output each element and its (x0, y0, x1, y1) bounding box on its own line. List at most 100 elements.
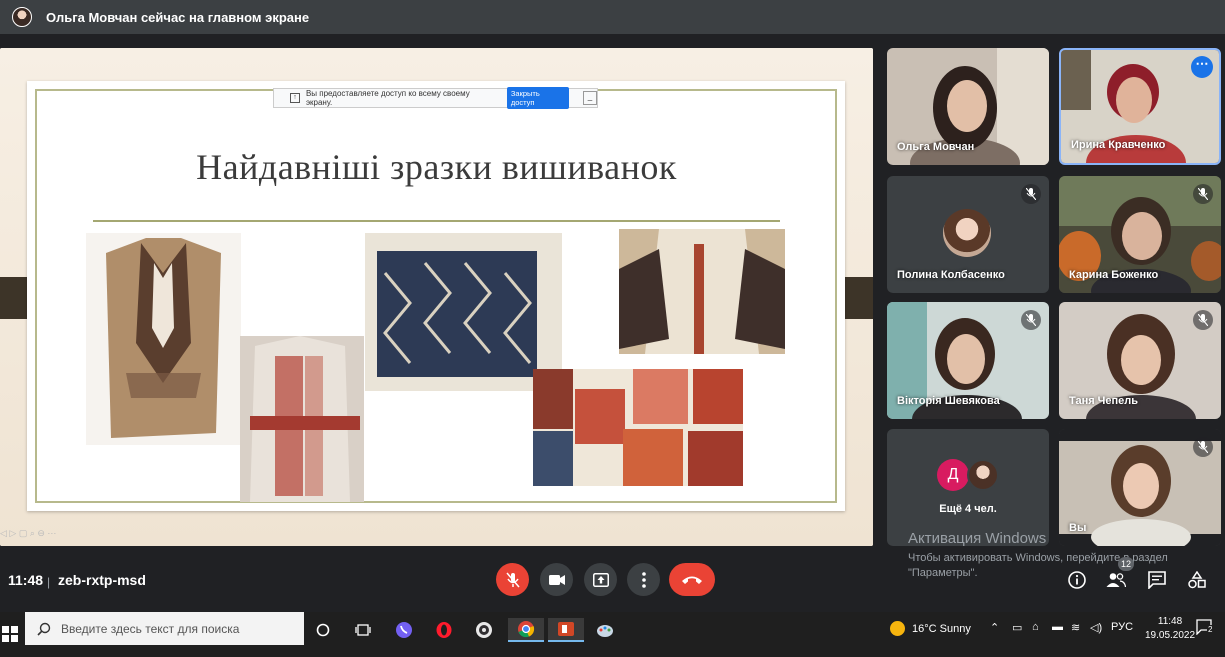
clock-time: 11:48 (1157, 616, 1183, 627)
obs-icon (476, 622, 492, 638)
taskbar-app-opera[interactable] (431, 618, 457, 642)
participant-avatar (943, 209, 991, 257)
mic-off-icon (1193, 437, 1213, 457)
share-notice-text: Вы предоставляете доступ ко всему своему… (305, 89, 470, 107)
weather-widget[interactable]: 16°C Sunny (890, 621, 971, 636)
powerpoint-icon (558, 622, 574, 636)
more-options-button[interactable] (627, 563, 660, 596)
activities-icon (1188, 571, 1206, 589)
windows-taskbar: Введите здесь текст для поиска 16°C Sunn… (0, 612, 1225, 657)
taskbar-app-viber[interactable] (391, 618, 417, 642)
people-icon (1106, 573, 1126, 588)
slide-title: Найдавніші зразки вишиванок (196, 147, 677, 187)
mic-toggle-button[interactable] (496, 563, 529, 596)
tray-battery-icon[interactable]: ▬ (1052, 621, 1063, 633)
share-screen-icon: ↑ (290, 93, 300, 103)
activation-watermark-line: Чтобы активировать Windows, перейдите в … (908, 552, 1168, 564)
call-end-icon (682, 576, 702, 584)
mic-off-icon (1193, 310, 1213, 330)
presenter-banner-text: Ольга Мовчан сейчас на главном экране (46, 9, 310, 25)
cortana-icon (316, 623, 330, 637)
self-view-tile[interactable]: Вы (1059, 429, 1221, 546)
taskbar-app-obs[interactable] (471, 618, 497, 642)
mic-off-icon (1193, 184, 1213, 204)
present-now-button[interactable] (584, 563, 617, 596)
language-indicator[interactable]: РУС (1111, 621, 1133, 633)
camera-toggle-button[interactable] (540, 563, 573, 596)
tray-device-icon: ▭ (1012, 622, 1023, 634)
screen-share-notice: ↑ Вы предоставляете доступ ко всему свое… (273, 87, 598, 109)
presentation-stage[interactable]: ↑ Вы предоставляете доступ ко всему свое… (0, 48, 873, 546)
meet-window: Ольга Мовчан сейчас на главном экране ↑ … (0, 0, 1225, 657)
taskbar-search-placeholder: Введите здесь текст для поиска (61, 621, 240, 636)
tray-wifi-icon[interactable]: ≋ (1071, 621, 1080, 634)
participant-tile[interactable]: Вікторія Шевякова (887, 302, 1049, 419)
participant-tile[interactable]: Таня Чепель (1059, 302, 1221, 419)
chrome-icon (518, 621, 535, 638)
chat-button[interactable] (1146, 569, 1168, 591)
embroidery-photo-1 (86, 233, 241, 445)
more-vert-icon (641, 571, 646, 588)
chat-icon (1148, 571, 1166, 589)
camera-icon (548, 574, 565, 585)
task-view-button[interactable] (310, 618, 336, 642)
participant-name: Вы (1069, 522, 1087, 534)
embroidery-photo-3 (365, 233, 562, 391)
embroidery-photo-5 (533, 369, 743, 486)
participant-count-badge: 12 (1118, 557, 1134, 571)
activities-button[interactable] (1186, 569, 1208, 591)
mic-off-icon (1021, 310, 1041, 330)
participant-name: Ольга Мовчан (897, 141, 975, 153)
tile-options-button[interactable]: ⋯ (1191, 56, 1213, 78)
start-button[interactable] (0, 624, 20, 644)
participant-tile[interactable]: ⋯ Ирина Кравченко (1059, 48, 1221, 165)
notification-center-button[interactable]: 2 (1196, 619, 1214, 638)
participant-avatar (967, 459, 999, 491)
taskbar-clock[interactable]: 11:48 19.05.2022 (1145, 615, 1195, 643)
task-view-button[interactable] (350, 618, 376, 642)
embroidery-photo-4 (619, 229, 785, 354)
presenter-avatar (12, 7, 32, 27)
taskbar-app-powerpoint[interactable] (548, 618, 584, 642)
participant-tile[interactable]: Ольга Мовчан (887, 48, 1049, 165)
tray-network-icon[interactable]: ⌂ (1032, 621, 1039, 633)
more-participants-label: Ещё 4 чел. (939, 503, 997, 515)
notification-count: 2 (1207, 625, 1214, 634)
paint-icon (597, 625, 613, 637)
meeting-separator: | (47, 575, 51, 589)
taskbar-app-paint[interactable] (592, 618, 618, 642)
mic-off-icon (1021, 184, 1041, 204)
participant-tile[interactable]: Карина Боженко (1059, 176, 1221, 293)
present-screen-icon (592, 572, 609, 587)
participant-name: Карина Боженко (1069, 269, 1159, 281)
windows-logo-icon (2, 626, 18, 642)
more-participants-avatars: Д (937, 459, 999, 491)
mic-off-icon (505, 572, 520, 587)
minimize-button[interactable]: _ (583, 91, 597, 105)
search-icon (37, 622, 51, 636)
activation-watermark-title: Активация Windows (908, 530, 1047, 547)
meeting-time: 11:48 (8, 572, 44, 588)
task-view-icon (355, 624, 371, 636)
participant-initial-avatar: Д (937, 459, 969, 491)
meeting-code: zeb-rxtp-msd (58, 572, 146, 588)
taskbar-app-chrome[interactable] (508, 618, 544, 642)
taskbar-search-box[interactable]: Введите здесь текст для поиска (25, 612, 304, 645)
participants-button[interactable] (1105, 569, 1127, 591)
info-icon (1068, 571, 1086, 589)
more-participants-tile[interactable]: Д Ещё 4 чел. (887, 429, 1049, 546)
slide-nav-controls[interactable]: ◁ ▷ ▢ ⌕ ⊖ ⋯ (0, 528, 56, 539)
participant-name: Полина Колбасенко (897, 269, 1005, 281)
opera-icon (436, 622, 452, 638)
meeting-details-button[interactable] (1066, 569, 1088, 591)
leave-call-button[interactable] (669, 563, 715, 596)
clock-date: 19.05.2022 (1145, 630, 1196, 641)
tray-volume-icon[interactable]: ◁) (1090, 621, 1102, 634)
participant-name: Вікторія Шевякова (897, 395, 1000, 407)
slide-title-rule (93, 220, 780, 222)
stop-sharing-button[interactable]: Закрыть доступ (506, 87, 570, 109)
participant-tile[interactable]: Полина Колбасенко (887, 176, 1049, 293)
tray-chevron-icon[interactable]: ⌃ (990, 621, 999, 634)
viber-icon (396, 622, 412, 638)
presenter-banner: Ольга Мовчан сейчас на главном экране (0, 0, 1225, 34)
